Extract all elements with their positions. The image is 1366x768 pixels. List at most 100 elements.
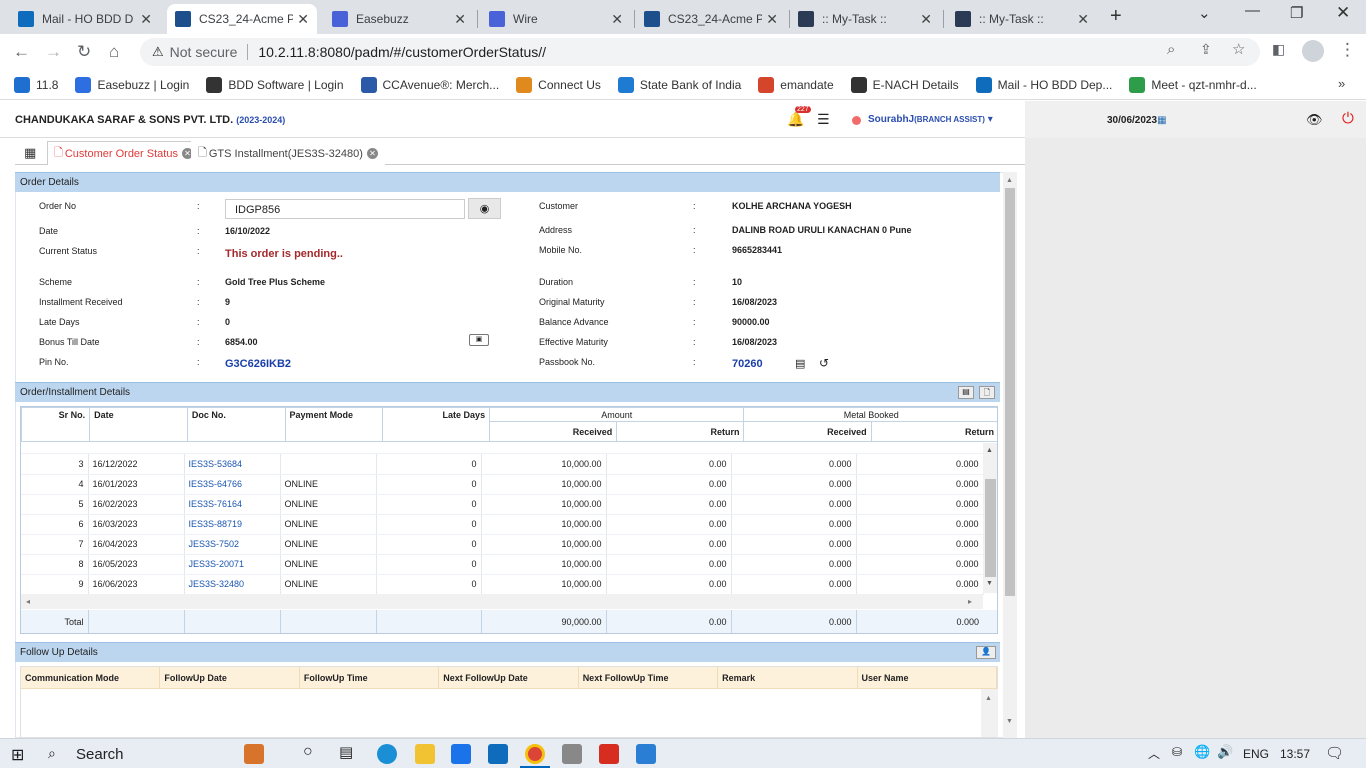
followup-col-header[interactable]: Next FollowUp Time bbox=[579, 667, 719, 688]
view-order-button[interactable]: ◉ bbox=[468, 198, 501, 219]
grid-menu-icon[interactable]: ▦ bbox=[24, 145, 36, 161]
browser-tab[interactable]: :: My-Task :: ✕ bbox=[790, 4, 940, 34]
task-view-icon[interactable]: ○ bbox=[303, 743, 313, 761]
file-explorer-icon[interactable] bbox=[415, 744, 435, 764]
scroll-left-icon[interactable]: ◂ bbox=[26, 597, 30, 606]
table-row[interactable]: 9 16/06/2023 JES3S-32480 ONLINE 0 10,000.00 0.… bbox=[21, 574, 984, 595]
cell-doc[interactable]: IES3S-64766 bbox=[184, 474, 281, 495]
browser-tab[interactable]: CS23_24-Acme P ✕ bbox=[636, 4, 786, 34]
add-followup-icon[interactable]: 👤 bbox=[976, 646, 996, 659]
browser-tab[interactable]: Wire ✕ bbox=[481, 4, 631, 34]
wps-icon[interactable] bbox=[599, 744, 619, 764]
bookmark-item[interactable]: Easebuzz | Login bbox=[75, 76, 189, 93]
cell-doc[interactable]: JES3S-20071 bbox=[184, 554, 281, 575]
grid-scroll-down-icon[interactable]: ▼ bbox=[986, 580, 993, 587]
scroll-right-icon[interactable]: ▸ bbox=[968, 597, 972, 606]
bookmark-item[interactable]: State Bank of India bbox=[617, 76, 741, 93]
followup-col-header[interactable]: Remark bbox=[718, 667, 858, 688]
clock[interactable]: 13:57 bbox=[1280, 747, 1310, 761]
taskbar-search-label[interactable]: Search bbox=[76, 746, 124, 763]
volume-icon[interactable]: 🔊 bbox=[1217, 744, 1233, 760]
followup-col-header[interactable]: Next FollowUp Date bbox=[439, 667, 579, 688]
bookmark-item[interactable]: Mail - HO BDD Dep... bbox=[975, 76, 1112, 93]
table-row[interactable]: 5 16/02/2023 IES3S-76164 ONLINE 0 10,000.00 0.… bbox=[21, 494, 984, 515]
cell-doc[interactable]: IES3S-88719 bbox=[184, 514, 281, 535]
new-tab-button[interactable]: + bbox=[1110, 5, 1122, 28]
language-indicator[interactable]: ENG bbox=[1243, 747, 1269, 761]
session-date[interactable]: 30/06/2023▦ bbox=[1107, 115, 1167, 126]
followup-col-header[interactable]: Communication Mode bbox=[21, 667, 161, 688]
close-tab-icon[interactable]: ✕ bbox=[766, 11, 778, 28]
bookmark-item[interactable]: 11.8 bbox=[14, 76, 58, 93]
tab-search-chevron-icon[interactable]: ⌄ bbox=[1198, 4, 1211, 22]
passbook-icon[interactable]: ▤ bbox=[795, 357, 805, 370]
export-icon[interactable]: ▤ bbox=[958, 386, 974, 399]
browser-tab[interactable]: :: My-Task :: ✕ bbox=[947, 4, 1097, 34]
grid-scrollbar-thumb[interactable] bbox=[985, 479, 996, 577]
col-sr[interactable]: Sr No. bbox=[21, 407, 91, 442]
browser-tab[interactable]: CS23_24-Acme P ✕ bbox=[167, 4, 317, 34]
omnibox[interactable]: ⚠ Not secure 10.2.11.8:8080/padm/#/custo… bbox=[140, 38, 1260, 66]
eye-slash-icon[interactable]: 👁 bbox=[1306, 112, 1323, 128]
close-tab-icon[interactable]: ✕ bbox=[297, 11, 309, 28]
bookmark-item[interactable]: BDD Software | Login bbox=[206, 76, 344, 93]
bell-icon[interactable]: 🔔 bbox=[787, 111, 804, 128]
close-tab-icon[interactable]: ✕ bbox=[611, 11, 623, 28]
url-text[interactable]: 10.2.11.8:8080/padm/#/customerOrderStatu… bbox=[258, 44, 546, 60]
bonus-calc-icon[interactable]: ▣ bbox=[469, 334, 489, 346]
bookmark-item[interactable]: Meet - qzt-nmhr-d... bbox=[1129, 76, 1257, 93]
list-icon[interactable]: ☰ bbox=[817, 111, 830, 128]
tray-chevron-icon[interactable]: ︿ bbox=[1148, 745, 1160, 762]
order-no-input[interactable]: IDGP856 bbox=[225, 199, 465, 219]
history-icon[interactable]: ↺ bbox=[819, 356, 829, 370]
cell-doc[interactable]: IES3S-53684 bbox=[184, 454, 281, 475]
col-amt-received[interactable]: Received bbox=[489, 421, 618, 442]
close-tab-icon[interactable]: ✕ bbox=[140, 11, 152, 28]
browser-tab[interactable]: Mail - HO BDD D ✕ bbox=[10, 4, 160, 34]
scroll-down-icon[interactable]: ▼ bbox=[1006, 718, 1013, 725]
power-icon[interactable]: ⏻ bbox=[1342, 110, 1354, 127]
widgets-icon[interactable]: ▤ bbox=[339, 743, 353, 761]
widget-icon[interactable] bbox=[244, 744, 264, 764]
close-tab-icon[interactable]: ✕ bbox=[920, 11, 932, 28]
photos-icon[interactable] bbox=[636, 744, 656, 764]
browser-tab[interactable]: Easebuzz ✕ bbox=[324, 4, 474, 34]
user-menu[interactable]: SourabhJ(BRANCH ASSIST) ▾ bbox=[868, 114, 993, 125]
more-bookmarks-icon[interactable]: » bbox=[1338, 76, 1345, 91]
back-icon[interactable]: ← bbox=[13, 42, 30, 62]
close-tab-icon[interactable]: ✕ bbox=[1077, 11, 1089, 28]
followup-scroll-up-icon[interactable]: ▲ bbox=[985, 695, 992, 702]
tab-gts-installment[interactable]: 🗋 GTS Installment(JES3S-32480) ✕ bbox=[191, 141, 385, 165]
followup-col-header[interactable]: User Name bbox=[858, 667, 997, 688]
table-row[interactable]: 4 16/01/2023 IES3S-64766 ONLINE 0 10,000.00 0.… bbox=[21, 474, 984, 495]
followup-col-header[interactable]: FollowUp Time bbox=[300, 667, 440, 688]
col-mode[interactable]: Payment Mode bbox=[284, 407, 384, 442]
print-icon[interactable]: 🗋 bbox=[979, 386, 995, 399]
bookmark-item[interactable]: E-NACH Details bbox=[850, 76, 959, 93]
col-met-return[interactable]: Return bbox=[870, 421, 997, 442]
menu-dots-icon[interactable]: ⋮ bbox=[1339, 40, 1356, 60]
home-icon[interactable]: ⌂ bbox=[109, 42, 119, 62]
table-row[interactable]: 8 16/05/2023 JES3S-20071 ONLINE 0 10,000.00 0.… bbox=[21, 554, 984, 575]
col-late[interactable]: Late Days bbox=[382, 407, 491, 442]
close-window-icon[interactable]: ✕ bbox=[1336, 3, 1350, 23]
search-icon[interactable]: ⌕ bbox=[48, 745, 56, 762]
tab-customer-order-status[interactable]: 🗋 Customer Order Status ✕ bbox=[47, 141, 200, 165]
minimize-icon[interactable]: — bbox=[1245, 2, 1260, 19]
cell-doc[interactable]: JES3S-7502 bbox=[184, 534, 281, 555]
store-icon[interactable] bbox=[451, 744, 471, 764]
table-row[interactable]: 3 16/12/2022 IES3S-53684 0 10,000.00 0.00 0.00… bbox=[21, 454, 984, 475]
reload-icon[interactable]: ↻ bbox=[77, 42, 91, 62]
zoom-icon[interactable]: ⌕ bbox=[1167, 41, 1175, 58]
col-date[interactable]: Date bbox=[89, 407, 188, 442]
bookmark-item[interactable]: emandate bbox=[758, 76, 834, 93]
edge-icon[interactable] bbox=[377, 744, 397, 764]
tray-device-icon[interactable]: ⛁ bbox=[1172, 745, 1182, 759]
bookmark-item[interactable]: CCAvenue®: Merch... bbox=[360, 76, 499, 93]
col-met-received[interactable]: Received bbox=[743, 421, 872, 442]
profile-avatar[interactable] bbox=[1302, 40, 1324, 62]
col-doc[interactable]: Doc No. bbox=[186, 407, 286, 442]
scroll-up-icon[interactable]: ▲ bbox=[1006, 177, 1013, 184]
restore-icon[interactable]: ❐ bbox=[1290, 4, 1303, 22]
grid-hscrollbar[interactable] bbox=[21, 594, 983, 609]
